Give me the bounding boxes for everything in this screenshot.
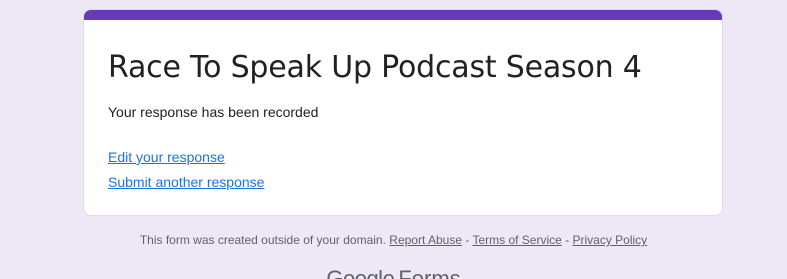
footer-separator: -: [561, 233, 573, 247]
page: Race To Speak Up Podcast Season 4 Your r…: [0, 0, 787, 279]
submit-another-response-link[interactable]: Submit another response: [108, 173, 264, 191]
footer-notice: This form was created outside of your do…: [0, 232, 787, 248]
footer-separator: -: [462, 233, 473, 247]
report-abuse-link[interactable]: Report Abuse: [389, 233, 462, 247]
edit-response-link[interactable]: Edit your response: [108, 148, 225, 166]
confirmation-message: Your response has been recorded: [108, 104, 319, 120]
logo-word-forms: Forms: [398, 266, 461, 279]
google-forms-logo[interactable]: Google Forms: [0, 266, 787, 279]
confirmation-card: Race To Speak Up Podcast Season 4 Your r…: [83, 9, 723, 216]
footer-domain-notice: This form was created outside of your do…: [139, 233, 386, 247]
privacy-policy-link[interactable]: Privacy Policy: [572, 233, 647, 247]
logo-word-google: Google: [326, 266, 395, 279]
form-title: Race To Speak Up Podcast Season 4: [108, 50, 642, 85]
card-accent-bar: [84, 10, 722, 20]
terms-of-service-link[interactable]: Terms of Service: [472, 233, 561, 247]
